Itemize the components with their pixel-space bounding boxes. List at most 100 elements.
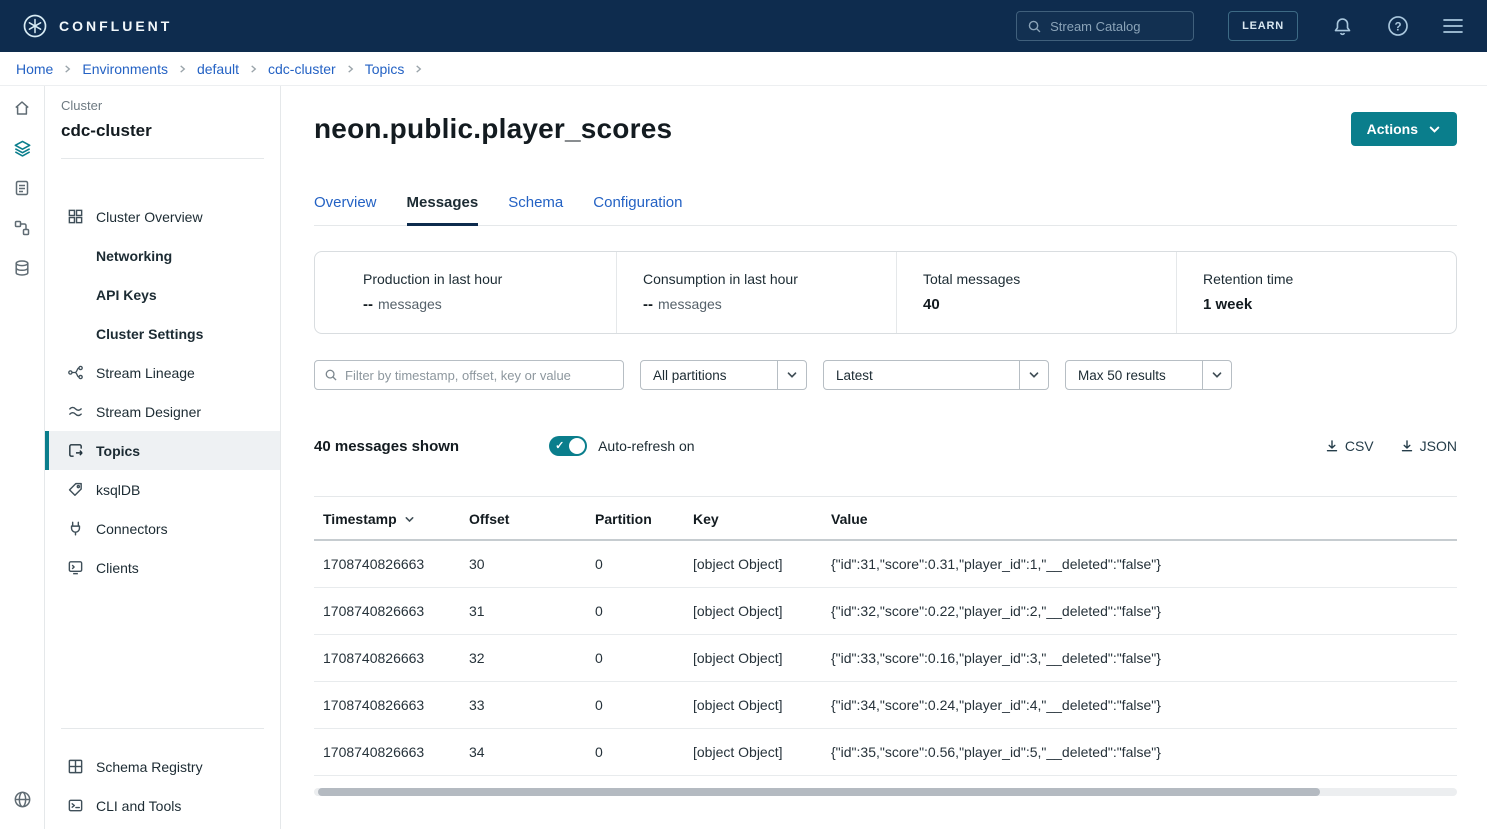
breadcrumb-cdc-cluster[interactable]: cdc-cluster [268, 61, 336, 77]
message-filter-search[interactable] [314, 360, 624, 390]
plug-icon [66, 520, 84, 538]
sidebar-item-connectors[interactable]: Connectors [45, 509, 280, 548]
max-results-dropdown[interactable]: Max 50 results [1065, 360, 1232, 390]
help-icon[interactable]: ? [1387, 15, 1409, 37]
cell-offset: 33 [460, 682, 586, 729]
stream-catalog-search[interactable] [1016, 11, 1194, 41]
confluent-brand[interactable]: CONFLUENT [22, 13, 172, 39]
download-icon [1325, 439, 1339, 453]
table-row[interactable]: 1708740826663 34 0 [object Object] {"id"… [314, 729, 1457, 776]
download-csv-link[interactable]: CSV [1325, 438, 1374, 454]
order-dropdown[interactable]: Latest [823, 360, 1049, 390]
stat-suffix: messages [658, 296, 722, 312]
column-header-timestamp[interactable]: Timestamp [314, 497, 460, 541]
cell-partition: 0 [586, 588, 684, 635]
stat-label: Production in last hour [363, 271, 616, 287]
max-results-dropdown-value: Max 50 results [1066, 361, 1202, 389]
cell-partition: 0 [586, 682, 684, 729]
sidebar-item-label: Clients [96, 560, 139, 576]
auto-refresh-toggle[interactable]: ✓ [549, 436, 587, 456]
message-filter-input[interactable] [345, 368, 614, 383]
sidebar-item-cluster-overview[interactable]: Cluster Overview [45, 197, 280, 236]
divider [61, 728, 264, 729]
table-row[interactable]: 1708740826663 31 0 [object Object] {"id"… [314, 588, 1457, 635]
divider [61, 158, 264, 159]
messages-meta-row: 40 messages shown ✓ Auto-refresh on CSV [314, 436, 1457, 456]
breadcrumb-home[interactable]: Home [16, 61, 53, 77]
cell-offset: 30 [460, 540, 586, 588]
chevron-down-icon[interactable] [777, 361, 806, 389]
learn-button[interactable]: LEARN [1228, 11, 1298, 41]
sidebar-item-stream-lineage[interactable]: Stream Lineage [45, 353, 280, 392]
hamburger-menu-icon[interactable] [1443, 18, 1463, 34]
sidebar-item-cli-and-tools[interactable]: CLI and Tools [45, 786, 280, 825]
sidebar-item-cluster-settings[interactable]: Cluster Settings [45, 314, 280, 353]
svg-text:?: ? [1394, 21, 1401, 33]
schema-grid-icon [66, 758, 84, 776]
home-icon[interactable] [0, 88, 45, 128]
sidebar-item-networking[interactable]: Networking [45, 236, 280, 275]
breadcrumb-topics[interactable]: Topics [365, 61, 405, 77]
sidebar-item-stream-designer[interactable]: Stream Designer [45, 392, 280, 431]
cell-timestamp: 1708740826663 [314, 635, 460, 682]
tab-schema[interactable]: Schema [508, 194, 563, 226]
cluster-name: cdc-cluster [45, 113, 280, 141]
chevron-down-icon[interactable] [1019, 361, 1048, 389]
cell-key: [object Object] [684, 635, 822, 682]
horizontal-scrollbar-thumb[interactable] [318, 788, 1320, 796]
stat-suffix: messages [378, 296, 442, 312]
stat-production: Production in last hour -- messages [315, 252, 616, 333]
stat-value: -- [643, 296, 653, 313]
tab-messages[interactable]: Messages [407, 194, 479, 226]
sidebar-item-topics[interactable]: Topics [45, 431, 280, 470]
sidebar-item-label: Stream Designer [96, 404, 201, 420]
sidebar-item-label: Cluster Overview [96, 209, 203, 225]
chevron-right-icon [249, 64, 258, 74]
page-title: neon.public.player_scores [314, 113, 672, 145]
stat-label: Consumption in last hour [643, 271, 896, 287]
cell-value: {"id":31,"score":0.31,"player_id":1,"__d… [822, 540, 1457, 588]
sidebar-item-label: Stream Lineage [96, 365, 195, 381]
cluster-label: Cluster [45, 98, 280, 113]
table-header-row: Timestamp Offset Partition Key Value [314, 497, 1457, 541]
sidebar-item-schema-registry[interactable]: Schema Registry [45, 747, 280, 786]
stat-label: Retention time [1203, 271, 1456, 287]
sidebar-item-label: Connectors [96, 521, 168, 537]
globe-icon[interactable] [0, 779, 45, 819]
partitions-dropdown[interactable]: All partitions [640, 360, 807, 390]
document-icon[interactable] [0, 168, 45, 208]
sidebar-item-clients[interactable]: Clients [45, 548, 280, 587]
breadcrumb-default[interactable]: default [197, 61, 239, 77]
table-row[interactable]: 1708740826663 30 0 [object Object] {"id"… [314, 540, 1457, 588]
sidebar-item-api-keys[interactable]: API Keys [45, 275, 280, 314]
table-row[interactable]: 1708740826663 33 0 [object Object] {"id"… [314, 682, 1457, 729]
cell-key: [object Object] [684, 588, 822, 635]
stat-consumption: Consumption in last hour -- messages [616, 252, 896, 333]
stream-catalog-input[interactable] [1050, 19, 1183, 34]
sidebar-footer: Schema Registry CLI and Tools [45, 747, 280, 829]
tab-overview[interactable]: Overview [314, 194, 377, 226]
lineage-icon [66, 364, 84, 382]
sidebar-item-ksqldb[interactable]: ksqlDB [45, 470, 280, 509]
notifications-bell-icon[interactable] [1332, 16, 1353, 37]
download-json-link[interactable]: JSON [1400, 438, 1457, 454]
stat-total-messages: Total messages 40 [896, 252, 1176, 333]
sidebar-item-label: Cluster Settings [96, 326, 203, 342]
table-row[interactable]: 1708740826663 32 0 [object Object] {"id"… [314, 635, 1457, 682]
search-icon [324, 368, 338, 382]
partitions-dropdown-value: All partitions [641, 361, 777, 389]
stat-label: Total messages [923, 271, 1176, 287]
actions-button[interactable]: Actions [1351, 112, 1457, 146]
cell-partition: 0 [586, 729, 684, 776]
tab-configuration[interactable]: Configuration [593, 194, 682, 226]
stat-value: -- [363, 296, 373, 313]
environments-layers-icon[interactable] [0, 128, 45, 168]
breadcrumb-environments[interactable]: Environments [82, 61, 168, 77]
messages-table: Timestamp Offset Partition Key Value 170… [314, 496, 1457, 776]
flow-icon[interactable] [0, 208, 45, 248]
sidebar-item-label: Networking [96, 248, 172, 264]
horizontal-scrollbar-track[interactable] [314, 788, 1457, 796]
auto-refresh-label: Auto-refresh on [598, 438, 695, 454]
database-icon[interactable] [0, 248, 45, 288]
chevron-down-icon[interactable] [1202, 361, 1231, 389]
